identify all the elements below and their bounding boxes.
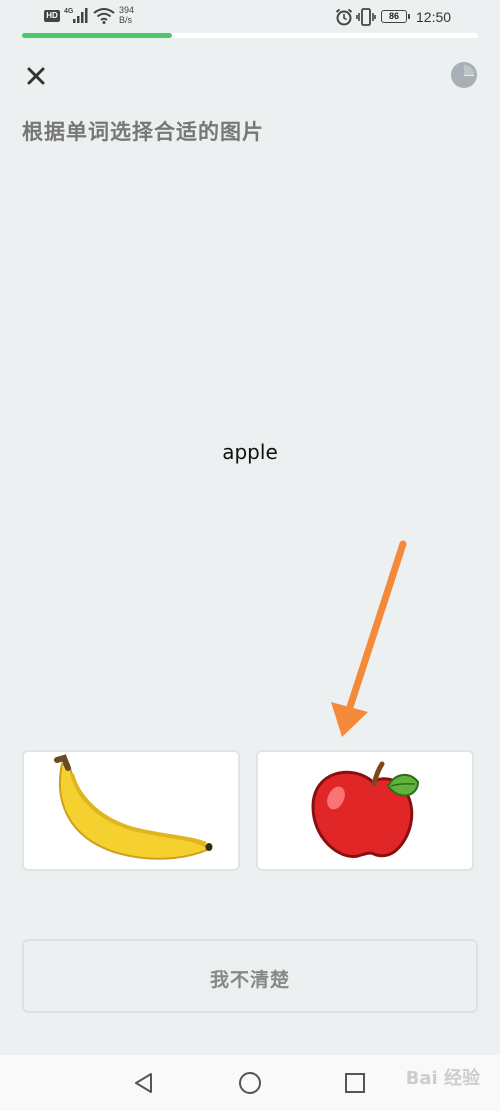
unsure-button-label: 我不清楚	[209, 969, 290, 991]
wifi-icon	[93, 8, 115, 24]
watermark: Bai 经验	[405, 1068, 480, 1089]
network-speed-unit: B/s	[119, 15, 133, 25]
timer-icon	[451, 62, 477, 88]
banana-image	[54, 754, 213, 860]
alarm-icon	[335, 8, 353, 26]
annotation-arrow-icon	[331, 540, 407, 737]
recent-apps-icon[interactable]	[344, 1072, 366, 1094]
hd-badge: HD	[44, 10, 60, 22]
clock: 12:50	[416, 9, 452, 25]
back-icon[interactable]	[132, 1071, 154, 1095]
system-nav-bar: Bai 经验	[0, 1055, 500, 1111]
unsure-button[interactable]: 我不清楚	[22, 939, 478, 1013]
option-apple[interactable]	[256, 750, 474, 871]
lesson-progress-bar	[22, 33, 478, 38]
status-bar: HD 4G 394 B/s 86 12:50	[0, 0, 500, 32]
instruction-title: 根据单词选择合适的图片	[22, 119, 264, 144]
cellular-signal-icon: 4G	[64, 8, 88, 23]
question-word: apple	[222, 440, 278, 464]
network-speed-value: 394	[119, 5, 135, 15]
network-type-label: 4G	[64, 8, 74, 15]
vibrate-icon	[356, 8, 376, 26]
lesson-progress-fill	[22, 33, 173, 38]
option-banana[interactable]	[22, 750, 240, 871]
close-icon[interactable]	[24, 64, 48, 88]
network-speed: 394 B/s	[119, 5, 134, 25]
home-icon[interactable]	[238, 1071, 262, 1095]
apple-image	[311, 761, 420, 858]
battery-indicator: 86	[381, 10, 410, 23]
